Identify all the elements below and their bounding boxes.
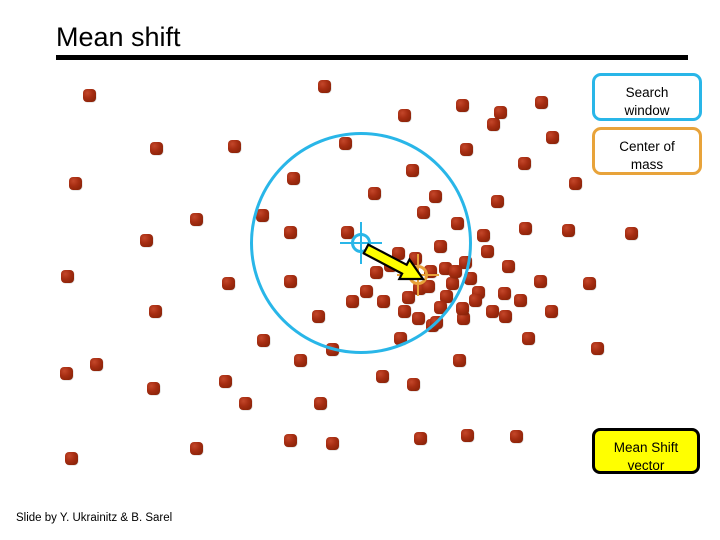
page-title: Mean shift	[56, 22, 181, 52]
legend-center-of-mass-line1: Center of	[619, 139, 675, 154]
slide-canvas: Mean shift Search window Center of mass …	[0, 0, 720, 540]
legend-mean-shift-vector: Mean Shift vector	[592, 428, 700, 474]
legend-center-of-mass-line2: mass	[630, 156, 664, 172]
arrow-polygon	[362, 243, 426, 281]
legend-search-window-line1: Search	[625, 85, 669, 100]
slide-credit-footer: Slide by Y. Ukrainitz & B. Sarel	[16, 512, 173, 524]
title-divider	[56, 55, 688, 60]
legend-search-window-line2: window	[624, 102, 670, 118]
legend-mean-shift-vector-line1: Mean Shift	[613, 440, 679, 455]
legend-center-of-mass: Center of mass	[592, 127, 702, 175]
legend-mean-shift-vector-line2: vector	[627, 457, 665, 473]
legend-search-window: Search window	[592, 73, 702, 121]
